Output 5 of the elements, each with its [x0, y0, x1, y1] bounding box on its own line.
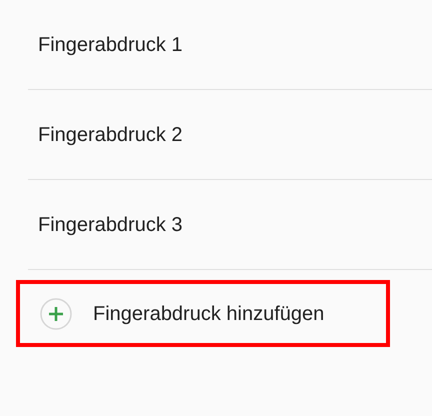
fingerprint-item[interactable]: Fingerabdruck 3: [38, 210, 183, 240]
plus-icon: [40, 298, 72, 330]
add-fingerprint-button[interactable]: Fingerabdruck hinzufügen: [16, 280, 390, 347]
fingerprint-item[interactable]: Fingerabdruck 1: [38, 30, 183, 60]
fingerprint-item[interactable]: Fingerabdruck 2: [38, 120, 183, 150]
